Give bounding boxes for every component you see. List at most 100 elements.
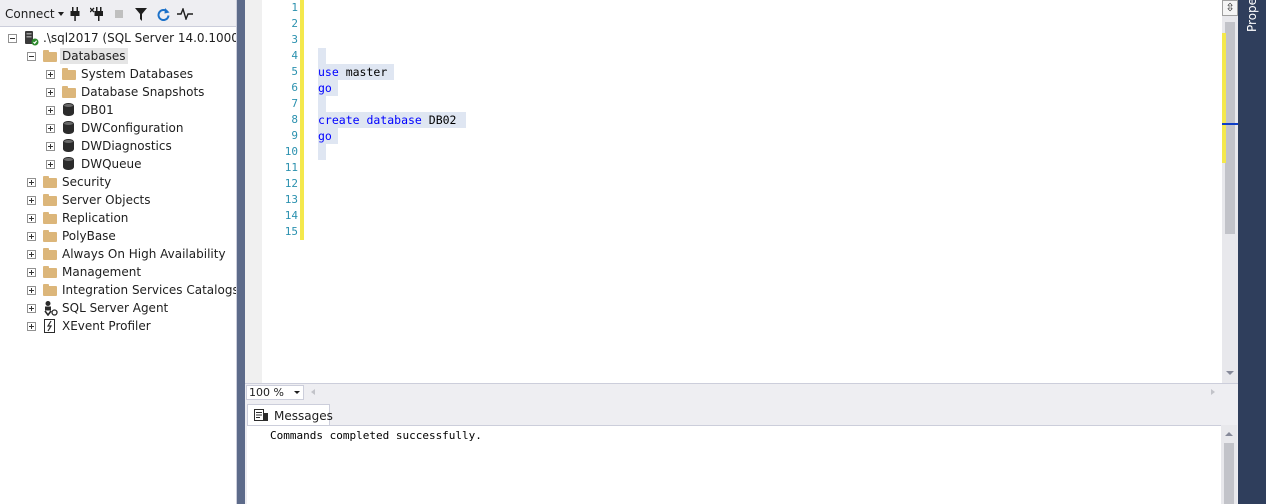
tree-node-label: Server Objects — [62, 193, 151, 207]
tree-node-polybase[interactable]: PolyBase — [0, 227, 236, 245]
expand-toggle-icon[interactable] — [46, 106, 55, 115]
activity-monitor-icon[interactable] — [176, 5, 194, 23]
scroll-up-arrow-icon[interactable] — [1225, 432, 1233, 436]
expand-toggle-icon[interactable] — [27, 304, 36, 313]
chevron-down-icon — [294, 391, 300, 394]
expand-toggle-icon[interactable] — [46, 124, 55, 133]
filter-icon[interactable] — [133, 5, 149, 23]
folder-icon — [61, 66, 77, 82]
scrollbar-thumb[interactable] — [1225, 22, 1235, 234]
object-explorer-panel: Connect .\sql2017 (SQL Server 14.0.1000.… — [0, 0, 237, 504]
connect-dropdown-button[interactable]: Connect — [2, 5, 64, 23]
tree-node-xevent-profiler[interactable]: XEvent Profiler — [0, 317, 236, 335]
stop-icon[interactable] — [112, 5, 126, 23]
selection-highlight — [318, 144, 326, 160]
sql-identifier: master — [338, 65, 388, 79]
line-number: 6 — [291, 81, 298, 94]
refresh-icon[interactable] — [155, 5, 171, 23]
tree-node-management[interactable]: Management — [0, 263, 236, 281]
server-icon — [23, 30, 39, 46]
folder-icon — [42, 174, 58, 190]
expand-toggle-icon[interactable] — [46, 142, 55, 151]
scroll-down-arrow-icon[interactable] — [1226, 371, 1234, 375]
editor-margin — [245, 0, 262, 383]
folder-icon — [42, 210, 58, 226]
code-line-6: go — [318, 80, 332, 96]
expand-toggle-icon[interactable] — [27, 268, 36, 277]
chevron-down-icon — [57, 12, 64, 16]
tree-node-label: Management — [62, 265, 142, 279]
sql-keyword: use — [318, 65, 339, 79]
expand-toggle-icon[interactable] — [27, 214, 36, 223]
disconnect-plug-icon[interactable] — [88, 5, 108, 23]
line-number: 5 — [291, 65, 298, 78]
expand-toggle-icon[interactable] — [27, 322, 36, 331]
tree-node-server[interactable]: .\sql2017 (SQL Server 14.0.1000.169 - — [0, 29, 236, 47]
folder-icon — [42, 192, 58, 208]
tree-node-database-snapshots[interactable]: Database Snapshots — [0, 83, 236, 101]
properties-side-tab-strip: Properties — [1238, 0, 1266, 504]
expand-toggle-icon[interactable] — [27, 178, 36, 187]
tree-node-dwconfiguration[interactable]: DWConfiguration — [0, 119, 236, 137]
tree-node-security[interactable]: Security — [0, 173, 236, 191]
database-icon — [61, 102, 77, 118]
selection-highlight — [318, 48, 326, 64]
editor-vertical-scrollbar[interactable]: ⇳ — [1222, 0, 1238, 383]
line-number: 4 — [291, 49, 298, 62]
line-number: 13 — [284, 193, 298, 206]
split-window-icon[interactable]: ⇳ — [1222, 0, 1238, 16]
tree-node-label: Security — [62, 175, 112, 189]
collapse-toggle-icon[interactable] — [27, 52, 36, 61]
line-number: 7 — [291, 97, 298, 110]
scrollbar-thumb[interactable] — [1224, 443, 1234, 504]
database-icon — [61, 156, 77, 172]
expand-toggle-icon[interactable] — [27, 250, 36, 259]
tree-node-server-objects[interactable]: Server Objects — [0, 191, 236, 209]
tab-messages[interactable]: Messages — [247, 404, 333, 426]
tree-node-dwqueue[interactable]: DWQueue — [0, 155, 236, 173]
tree-node-label: PolyBase — [62, 229, 116, 243]
scroll-right-arrow-icon[interactable] — [1211, 389, 1215, 395]
folder-icon — [61, 84, 77, 100]
tree-node-label: SQL Server Agent — [62, 301, 169, 315]
tree-node-databases[interactable]: Databases — [0, 47, 236, 65]
code-line-5: use master — [318, 64, 387, 80]
expand-toggle-icon[interactable] — [27, 286, 36, 295]
tree-node-label: DWQueue — [81, 157, 142, 171]
tree-node-sql-server-agent[interactable]: SQL Server Agent — [0, 299, 236, 317]
tab-label: Messages — [274, 408, 333, 423]
sql-keyword: go — [318, 129, 332, 143]
collapse-toggle-icon[interactable] — [8, 34, 17, 43]
query-editor[interactable]: 1 2 3 4 5 6 7 8 9 10 11 12 13 14 15 use … — [245, 0, 1238, 383]
messages-vertical-scrollbar[interactable] — [1221, 425, 1237, 504]
tree-node-label: System Databases — [81, 67, 194, 81]
code-line-8: create database DB02 — [318, 112, 456, 128]
scroll-left-arrow-icon[interactable] — [311, 389, 315, 395]
tree-node-dwdiagnostics[interactable]: DWDiagnostics — [0, 137, 236, 155]
expand-toggle-icon[interactable] — [27, 196, 36, 205]
expand-toggle-icon[interactable] — [46, 88, 55, 97]
panel-splitter[interactable] — [237, 0, 245, 504]
change-tracking-bar — [300, 0, 304, 240]
tree-node-integration-services[interactable]: Integration Services Catalogs — [0, 281, 237, 299]
tree-node-db01[interactable]: DB01 — [0, 101, 236, 119]
line-number: 9 — [291, 129, 298, 142]
connect-plug-icon[interactable] — [66, 5, 84, 23]
line-number: 3 — [291, 33, 298, 46]
tree-node-replication[interactable]: Replication — [0, 209, 236, 227]
expand-toggle-icon[interactable] — [46, 70, 55, 79]
zoom-dropdown[interactable]: 100 % — [246, 385, 304, 400]
properties-tab[interactable]: Properties — [1242, 0, 1262, 34]
expand-toggle-icon[interactable] — [27, 232, 36, 241]
line-number: 8 — [291, 113, 298, 126]
line-number: 10 — [284, 145, 298, 158]
sql-agent-icon — [42, 300, 58, 317]
expand-toggle-icon[interactable] — [46, 160, 55, 169]
tree-node-always-on[interactable]: Always On High Availability — [0, 245, 236, 263]
folder-icon — [42, 246, 58, 262]
folder-icon — [42, 48, 58, 64]
connect-label: Connect — [5, 7, 55, 21]
tree-node-label: Integration Services Catalogs — [62, 283, 237, 297]
properties-tab-label: Properties — [1245, 0, 1259, 32]
tree-node-system-databases[interactable]: System Databases — [0, 65, 236, 83]
